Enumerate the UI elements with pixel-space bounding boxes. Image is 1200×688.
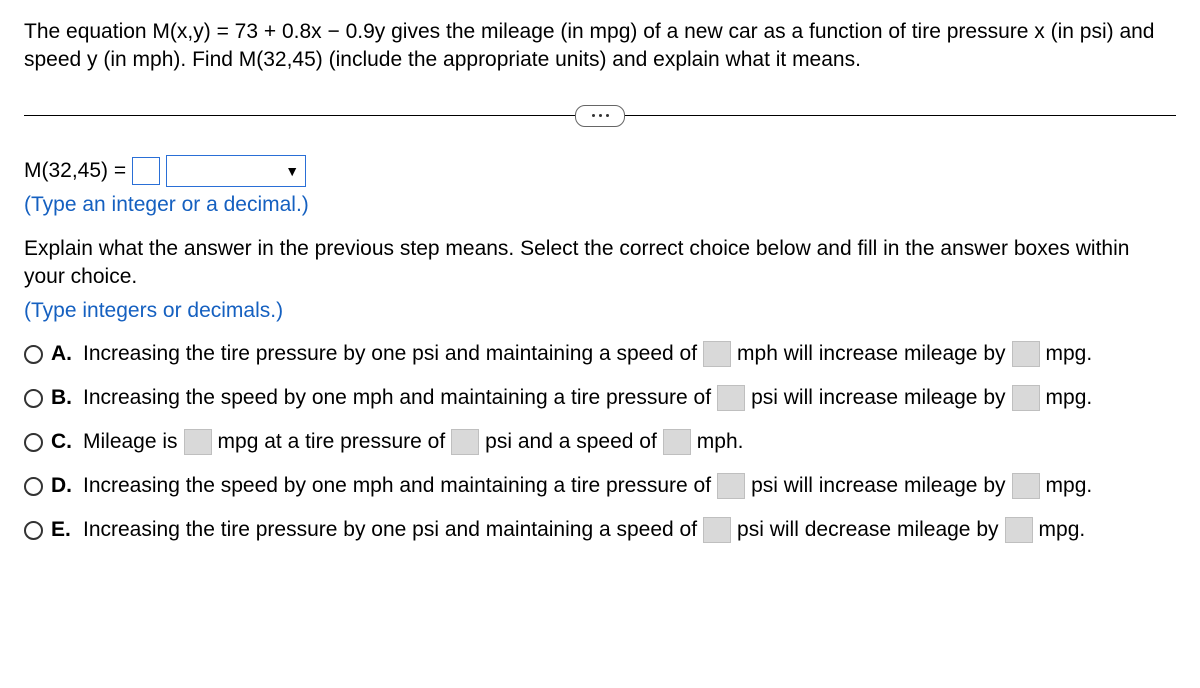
choice-d-pre: Increasing the speed by one mph and main… [83,474,711,498]
radio-a[interactable] [24,345,43,364]
dot-icon [599,114,602,117]
choice-a-pre: Increasing the tire pressure by one psi … [83,342,697,366]
choice-c-t4: mph. [697,430,744,454]
choice-a-post: mpg. [1046,342,1093,366]
hint-text-2: (Type integers or decimals.) [24,299,1176,323]
radio-e[interactable] [24,521,43,540]
choice-text-c: Mileage is mpg at a tire pressure of psi… [83,429,743,455]
choice-text-d: Increasing the speed by one mph and main… [83,473,1092,499]
explain-text: Explain what the answer in the previous … [24,235,1176,292]
choice-text-a: Increasing the tire pressure by one psi … [83,341,1092,367]
radio-d[interactable] [24,477,43,496]
choice-a-input-1[interactable] [703,341,731,367]
choice-e-input-2[interactable] [1005,517,1033,543]
choice-d-mid: psi will increase mileage by [751,474,1005,498]
choice-e-input-1[interactable] [703,517,731,543]
choice-e-post: mpg. [1039,518,1086,542]
choice-d-input-1[interactable] [717,473,745,499]
choice-b-input-1[interactable] [717,385,745,411]
choice-a-mid: mph will increase mileage by [737,342,1005,366]
choice-label-b: B. [51,386,75,410]
choice-text-e: Increasing the tire pressure by one psi … [83,517,1085,543]
answer-row: M(32,45) = ▼ [24,155,1176,187]
numeric-input[interactable] [132,157,160,185]
answer-label: M(32,45) = [24,159,126,183]
divider [24,103,1176,127]
radio-c[interactable] [24,433,43,452]
choices-group: A. Increasing the tire pressure by one p… [24,341,1176,543]
choice-c-input-1[interactable] [184,429,212,455]
choice-b-post: mpg. [1046,386,1093,410]
choice-c-t3: psi and a speed of [485,430,657,454]
hint-text-1: (Type an integer or a decimal.) [24,193,1176,217]
choice-c-t1: Mileage is [83,430,178,454]
dot-icon [606,114,609,117]
choice-text-b: Increasing the speed by one mph and main… [83,385,1092,411]
question-text: The equation M(x,y) = 73 + 0.8x − 0.9y g… [24,18,1176,75]
choice-a-input-2[interactable] [1012,341,1040,367]
choice-d[interactable]: D. Increasing the speed by one mph and m… [24,473,1176,499]
radio-b[interactable] [24,389,43,408]
choice-label-e: E. [51,518,75,542]
choice-label-d: D. [51,474,75,498]
choice-b-input-2[interactable] [1012,385,1040,411]
chevron-down-icon: ▼ [285,163,299,179]
choice-e-pre: Increasing the tire pressure by one psi … [83,518,697,542]
choice-b-mid: psi will increase mileage by [751,386,1005,410]
units-select[interactable]: ▼ [166,155,306,187]
choice-a[interactable]: A. Increasing the tire pressure by one p… [24,341,1176,367]
divider-handle[interactable] [575,105,625,127]
choice-e-mid: psi will decrease mileage by [737,518,998,542]
choice-c-t2: mpg at a tire pressure of [218,430,446,454]
choice-c-input-3[interactable] [663,429,691,455]
choice-b-pre: Increasing the speed by one mph and main… [83,386,711,410]
choice-e[interactable]: E. Increasing the tire pressure by one p… [24,517,1176,543]
choice-label-a: A. [51,342,75,366]
choice-b[interactable]: B. Increasing the speed by one mph and m… [24,385,1176,411]
choice-d-post: mpg. [1046,474,1093,498]
choice-c[interactable]: C. Mileage is mpg at a tire pressure of … [24,429,1176,455]
dot-icon [592,114,595,117]
choice-c-input-2[interactable] [451,429,479,455]
choice-label-c: C. [51,430,75,454]
choice-d-input-2[interactable] [1012,473,1040,499]
